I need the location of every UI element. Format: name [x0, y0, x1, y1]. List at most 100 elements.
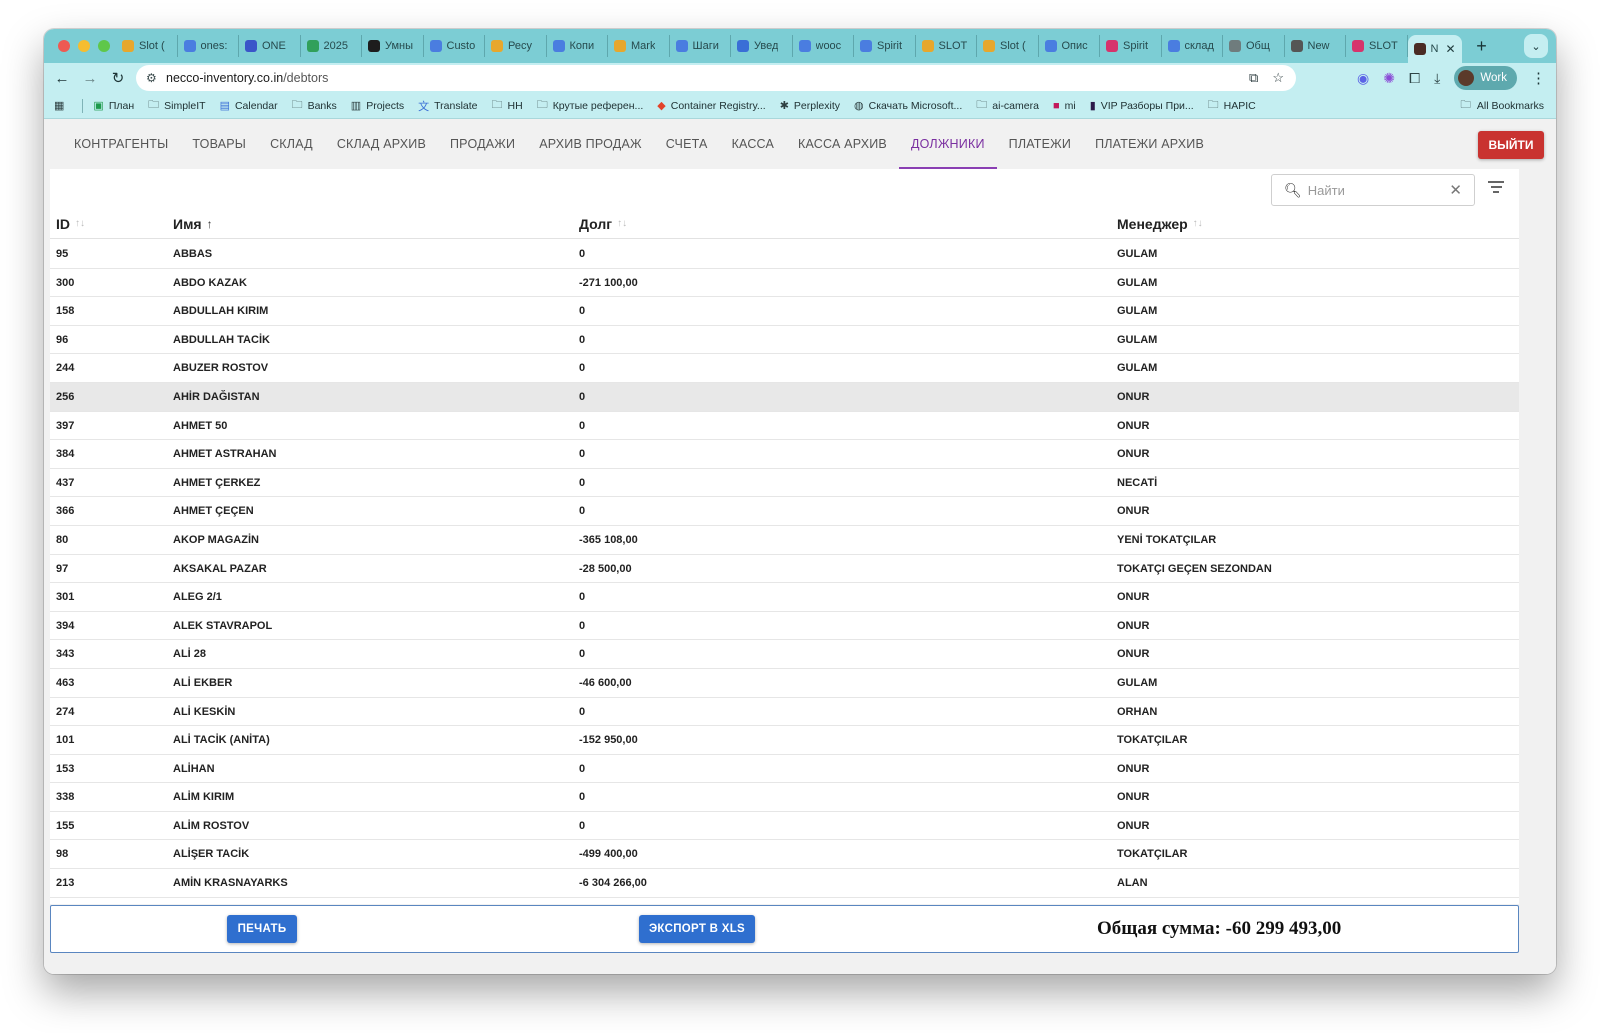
- browser-menu-icon[interactable]: ⋮: [1531, 69, 1546, 87]
- nav-tab[interactable]: СЧЕТА: [654, 119, 720, 169]
- table-row[interactable]: 244 ABUZER ROSTOV 0 GULAM: [50, 354, 1519, 383]
- download-icon[interactable]: ⤓: [1434, 70, 1440, 87]
- extensions-puzzle-icon[interactable]: ⧠: [1409, 70, 1420, 87]
- nav-tab[interactable]: СКЛАД АРХИВ: [325, 119, 438, 169]
- browser-tab[interactable]: Шаги: [670, 35, 731, 57]
- new-tab-button[interactable]: +: [1472, 36, 1492, 57]
- bookmark-item[interactable]: ◍ Скачать Microsoft...: [854, 99, 962, 113]
- nav-tab[interactable]: АРХИВ ПРОДАЖ: [527, 119, 654, 169]
- browser-tab[interactable]: SLOT: [1346, 35, 1408, 57]
- table-row[interactable]: 384 AHMET ASTRAHAN 0 ONUR: [50, 440, 1519, 469]
- browser-tab[interactable]: Spirit: [854, 35, 916, 57]
- bookmark-item[interactable]: 🗀 Крутые референ...: [537, 96, 644, 115]
- nav-tab[interactable]: ПРОДАЖИ: [438, 119, 527, 169]
- table-row[interactable]: 153 ALİHAN 0 ONUR: [50, 755, 1519, 784]
- bookmark-item[interactable]: ▣ План: [93, 99, 134, 113]
- table-row[interactable]: 437 AHMET ÇERKEZ 0 NECATİ: [50, 469, 1519, 498]
- browser-tab[interactable]: Общ: [1223, 35, 1285, 57]
- browser-tab[interactable]: склад: [1162, 35, 1223, 57]
- table-row[interactable]: 343 ALİ 28 0 ONUR: [50, 640, 1519, 669]
- table-row[interactable]: 397 AHMET 50 0 ONUR: [50, 412, 1519, 441]
- bookmark-item[interactable]: 🗀 ai-camera: [976, 96, 1039, 115]
- table-row[interactable]: 97 AKSAKAL PAZAR -28 500,00 TOKATÇI GEÇEN S…: [50, 555, 1519, 584]
- nav-tab[interactable]: КАССА АРХИВ: [786, 119, 899, 169]
- column-header-id[interactable]: ID ↑↓: [56, 216, 85, 232]
- browser-tab[interactable]: ones:: [178, 35, 239, 57]
- browser-tab[interactable]: Копи: [547, 35, 608, 57]
- browser-tab[interactable]: Slot (: [977, 35, 1039, 57]
- browser-tab[interactable]: ONE: [239, 35, 301, 57]
- table-row[interactable]: 300 ABDO KAZAK -271 100,00 GULAM: [50, 269, 1519, 298]
- bookmark-item[interactable]: ◆ Container Registry...: [657, 99, 765, 113]
- nav-tab[interactable]: ТОВАРЫ: [180, 119, 258, 169]
- bookmark-star-icon[interactable]: ☆: [1272, 70, 1284, 86]
- print-button[interactable]: ПЕЧАТЬ: [227, 915, 297, 943]
- nav-tab[interactable]: СКЛАД: [258, 119, 325, 169]
- all-bookmarks[interactable]: 🗀 All Bookmarks: [1460, 97, 1544, 115]
- column-header-debt[interactable]: Долг ↑↓: [579, 216, 627, 232]
- close-tab-icon[interactable]: ✕: [1445, 42, 1455, 56]
- browser-tab[interactable]: Увед: [731, 35, 793, 57]
- bookmark-item[interactable]: ▥ Projects: [351, 99, 404, 113]
- nav-tab[interactable]: ДОЛЖНИКИ: [898, 119, 997, 169]
- bookmark-item[interactable]: 文 Translate: [418, 98, 477, 114]
- nav-tab[interactable]: ПЛАТЕЖИ АРХИВ: [1083, 119, 1216, 169]
- browser-tab[interactable]: 2025: [301, 35, 362, 57]
- table-row[interactable]: 158 ABDULLAH KIRIM 0 GULAM: [50, 297, 1519, 326]
- search-input[interactable]: 🔍︎ Найти ✕: [1271, 174, 1475, 206]
- browser-tab[interactable]: Mark: [608, 35, 670, 57]
- table-row[interactable]: 98 ALİŞER TACİK -499 400,00 TOKATÇILAR: [50, 840, 1519, 870]
- export-xls-button[interactable]: ЭКСПОРТ В XLS: [639, 915, 755, 943]
- bookmark-item[interactable]: ▮ VIP Разборы При...: [1090, 99, 1194, 113]
- browser-tab[interactable]: Умны: [362, 35, 424, 57]
- logout-button[interactable]: ВЫЙТИ: [1478, 131, 1544, 159]
- table-row[interactable]: 155 ALİM ROSTOV 0 ONUR: [50, 812, 1519, 841]
- browser-tab[interactable]: Опис: [1039, 35, 1100, 57]
- bookmark-item[interactable]: ✱ Perplexity: [780, 99, 840, 113]
- table-row[interactable]: 463 ALİ EKBER -46 600,00 GULAM: [50, 669, 1519, 698]
- table-row[interactable]: 274 ALİ KESKİN 0 ORHAN: [50, 698, 1519, 727]
- browser-tab-active[interactable]: N ✕: [1407, 35, 1462, 63]
- bookmark-item[interactable]: 🗀 HH: [492, 96, 523, 115]
- tab-search-button[interactable]: ⌄: [1524, 34, 1548, 58]
- close-window-button[interactable]: [58, 40, 70, 52]
- extension-icon[interactable]: ◉: [1357, 70, 1369, 87]
- table-row[interactable]: 95 ABBAS 0 GULAM: [50, 240, 1519, 269]
- reload-button[interactable]: ↻: [104, 69, 132, 87]
- profile-button[interactable]: Work: [1454, 66, 1517, 90]
- table-row[interactable]: 256 AHİR DAĞISTAN 0 ONUR: [50, 382, 1519, 412]
- browser-tab[interactable]: wooc: [793, 35, 854, 57]
- nav-tab[interactable]: КАССА: [720, 119, 786, 169]
- table-row[interactable]: 301 ALEG 2/1 0 ONUR: [50, 583, 1519, 612]
- table-row[interactable]: 96 ABDULLAH TACİK 0 GULAM: [50, 326, 1519, 355]
- back-button[interactable]: ←: [48, 70, 76, 87]
- browser-tab[interactable]: Spirit: [1100, 35, 1162, 57]
- install-app-icon[interactable]: ⧉: [1249, 70, 1258, 86]
- nav-tab[interactable]: ПЛАТЕЖИ: [997, 119, 1083, 169]
- forward-button[interactable]: →: [76, 70, 104, 87]
- nav-tab[interactable]: КОНТРАГЕНТЫ: [62, 119, 180, 169]
- bookmark-item[interactable]: ▤ Calendar: [220, 99, 278, 113]
- clear-icon[interactable]: ✕: [1449, 181, 1462, 199]
- browser-tab[interactable]: Custo: [424, 35, 485, 57]
- address-bar[interactable]: ⚙ necco-inventory.co.in/debtors ⧉ ☆: [136, 65, 1296, 91]
- maximize-window-button[interactable]: [98, 40, 110, 52]
- browser-tab[interactable]: SLOT: [916, 35, 977, 57]
- bookmark-item[interactable]: 🗀 HAPIC: [1208, 96, 1256, 115]
- table-row[interactable]: 101 ALİ TACİK (ANİTA) -152 950,00 TOKATÇILA…: [50, 726, 1519, 755]
- minimize-window-button[interactable]: [78, 40, 90, 52]
- extension-icon[interactable]: ✺: [1383, 70, 1395, 87]
- apps-grid-icon[interactable]: ▦: [54, 99, 64, 112]
- table-row[interactable]: 213 AMİN KRASNAYARKS -6 304 266,00 ALAN: [50, 869, 1519, 898]
- browser-tab[interactable]: New: [1285, 35, 1346, 57]
- bookmark-item[interactable]: 🗀 SimpleIT: [148, 96, 205, 115]
- bookmark-item[interactable]: 🗀 Banks: [292, 96, 337, 115]
- column-header-manager[interactable]: Менеджер ↑↓: [1117, 216, 1203, 232]
- table-row[interactable]: 394 ALEK STAVRAPOL 0 ONUR: [50, 612, 1519, 641]
- browser-tab[interactable]: Ресу: [485, 35, 547, 57]
- column-header-name[interactable]: Имя ↑: [173, 216, 213, 232]
- bookmark-item[interactable]: ■ mi: [1053, 100, 1076, 112]
- table-row[interactable]: 366 AHMET ÇEÇEN 0 ONUR: [50, 497, 1519, 526]
- browser-tab[interactable]: Slot (: [116, 35, 178, 57]
- filter-icon[interactable]: [1488, 181, 1504, 195]
